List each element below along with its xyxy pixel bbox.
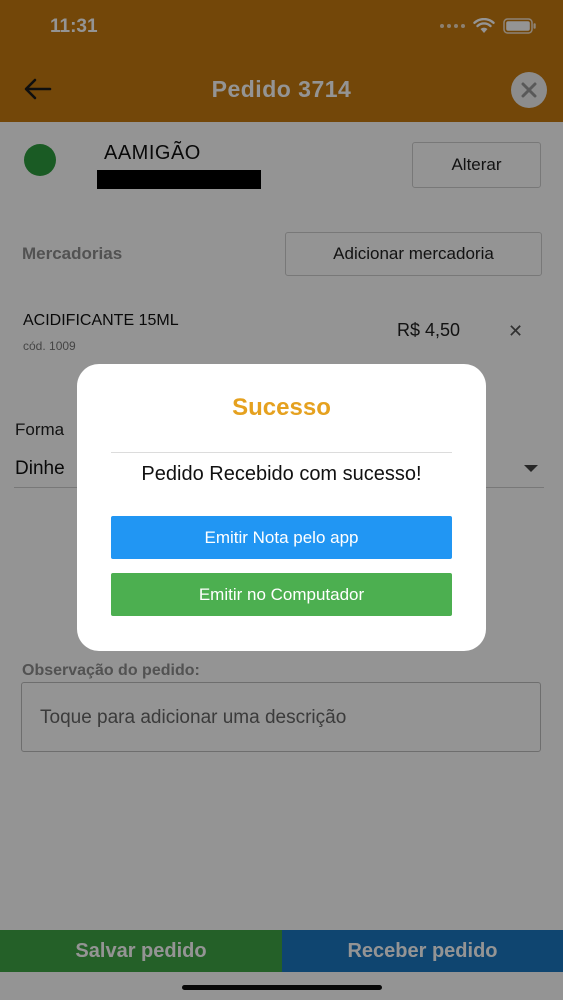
dialog-title: Sucesso <box>232 394 331 421</box>
success-dialog: Sucesso Pedido Recebido com sucesso! Emi… <box>77 364 486 651</box>
issue-invoice-app-button[interactable]: Emitir Nota pelo app <box>111 516 452 559</box>
issue-invoice-computer-button[interactable]: Emitir no Computador <box>111 573 452 616</box>
dialog-message: Pedido Recebido com sucesso! <box>141 463 422 485</box>
dialog-divider <box>111 452 452 453</box>
